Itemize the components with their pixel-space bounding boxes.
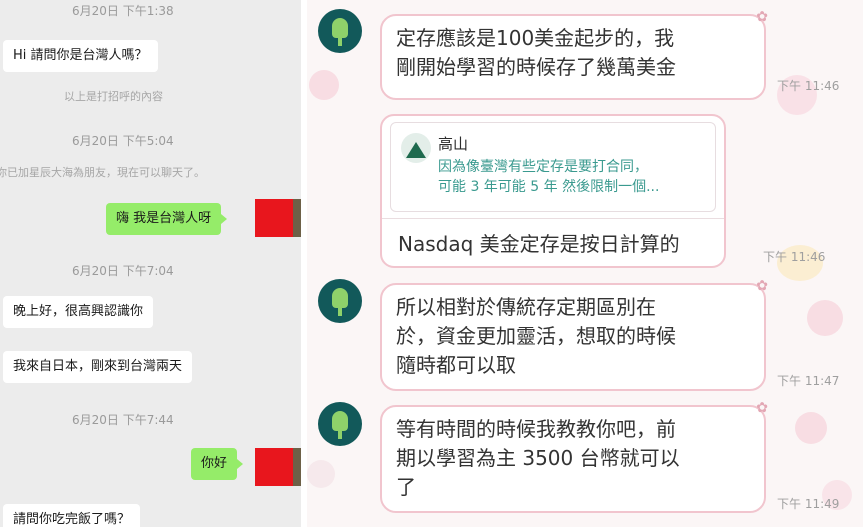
quoted-line: 因為像臺灣有些定存是要打合同， bbox=[438, 159, 648, 175]
flower-icon: ✿ bbox=[756, 400, 768, 416]
message-time: 下午 11:49 bbox=[777, 497, 840, 511]
quoted-sender-name: 高山 bbox=[438, 135, 469, 153]
system-note: 你已加星辰大海為朋友，現在可以聊天了。 bbox=[0, 166, 205, 179]
timestamp: 6月20日 下午7:04 bbox=[72, 264, 174, 278]
timestamp: 6月20日 下午1:38 bbox=[72, 4, 174, 18]
flower-icon: ✿ bbox=[756, 9, 768, 25]
message-line: 等有時間的時候我教教你吧，前 bbox=[396, 417, 676, 441]
avatar-redacted bbox=[255, 199, 301, 237]
message-bubble[interactable]: 定存應該是100美金起步的，我 剛開始學習的時候存了幾萬美金 ✿ bbox=[380, 10, 768, 100]
quoted-avatar bbox=[401, 133, 431, 163]
message-line: 隨時都可以取 bbox=[396, 353, 516, 377]
timestamp: 6月20日 下午5:04 bbox=[72, 134, 174, 148]
message-bubble-received[interactable]: 我來自日本，剛來到台灣兩天 bbox=[3, 351, 193, 383]
avatar[interactable] bbox=[318, 402, 362, 446]
message-line: 期以學習為主 3500 台幣就可以 bbox=[396, 446, 680, 470]
divider bbox=[382, 218, 724, 219]
avatar[interactable] bbox=[318, 9, 362, 53]
message-bubble[interactable]: 所以相對於傳統存定期區別在 於，資金更加靈活，想取的時候 隨時都可以取 ✿ bbox=[380, 279, 768, 391]
quoted-message[interactable]: 高山 因為像臺灣有些定存是要打合同， 可能 3 年可能 5 年 然後限制一個..… bbox=[390, 122, 716, 212]
reply-text: Nasdaq 美金定存是按日計算的 bbox=[398, 232, 680, 256]
quoted-text: 因為像臺灣有些定存是要打合同， 可能 3 年可能 5 年 然後限制一個... bbox=[438, 157, 659, 197]
message-line: 定存應該是100美金起步的，我 bbox=[396, 26, 675, 50]
avatar-redacted bbox=[255, 448, 301, 486]
message-bubble-received[interactable]: Hi 請問你是台灣人嗎？ bbox=[3, 40, 158, 72]
message-time: 下午 11:47 bbox=[777, 374, 840, 388]
left-chat-panel: 6月20日 下午1:38 Hi 請問你是台灣人嗎？ 以上是打招呼的內容 6月20… bbox=[0, 0, 301, 527]
timestamp: 6月20日 下午7:44 bbox=[72, 413, 174, 427]
message-bubble-received[interactable]: 晚上好，很高興認識你 bbox=[3, 296, 154, 328]
flower-decoration bbox=[807, 300, 843, 336]
message-line: 剛開始學習的時候存了幾萬美金 bbox=[396, 55, 676, 79]
message-bubble-sent[interactable]: 你好 bbox=[191, 448, 244, 480]
flower-decoration bbox=[307, 460, 335, 488]
flower-decoration bbox=[795, 412, 827, 444]
message-bubble-sent[interactable]: 嗨 我是台灣人呀 bbox=[106, 203, 228, 235]
message-time: 下午 11:46 bbox=[763, 250, 826, 264]
message-bubble[interactable]: 等有時間的時候我教教你吧，前 期以學習為主 3500 台幣就可以 了 ✿ bbox=[380, 401, 768, 513]
message-time: 下午 11:46 bbox=[777, 79, 840, 93]
quoted-line: 可能 3 年可能 5 年 然後限制一個... bbox=[438, 179, 660, 195]
message-line: 於，資金更加靈活，想取的時候 bbox=[396, 324, 676, 348]
message-line: 了 bbox=[396, 475, 416, 499]
message-bubble-received[interactable]: 請問你吃完飯了嗎？ bbox=[3, 504, 141, 527]
message-line: 所以相對於傳統存定期區別在 bbox=[396, 295, 656, 319]
flower-decoration bbox=[309, 70, 339, 100]
flower-icon: ✿ bbox=[756, 278, 768, 294]
right-chat-panel: 定存應該是100美金起步的，我 剛開始學習的時候存了幾萬美金 ✿ 下午 11:4… bbox=[307, 0, 863, 527]
avatar[interactable] bbox=[318, 279, 362, 323]
reply-message-card[interactable]: 高山 因為像臺灣有些定存是要打合同， 可能 3 年可能 5 年 然後限制一個..… bbox=[380, 114, 726, 268]
system-note: 以上是打招呼的內容 bbox=[64, 90, 163, 103]
